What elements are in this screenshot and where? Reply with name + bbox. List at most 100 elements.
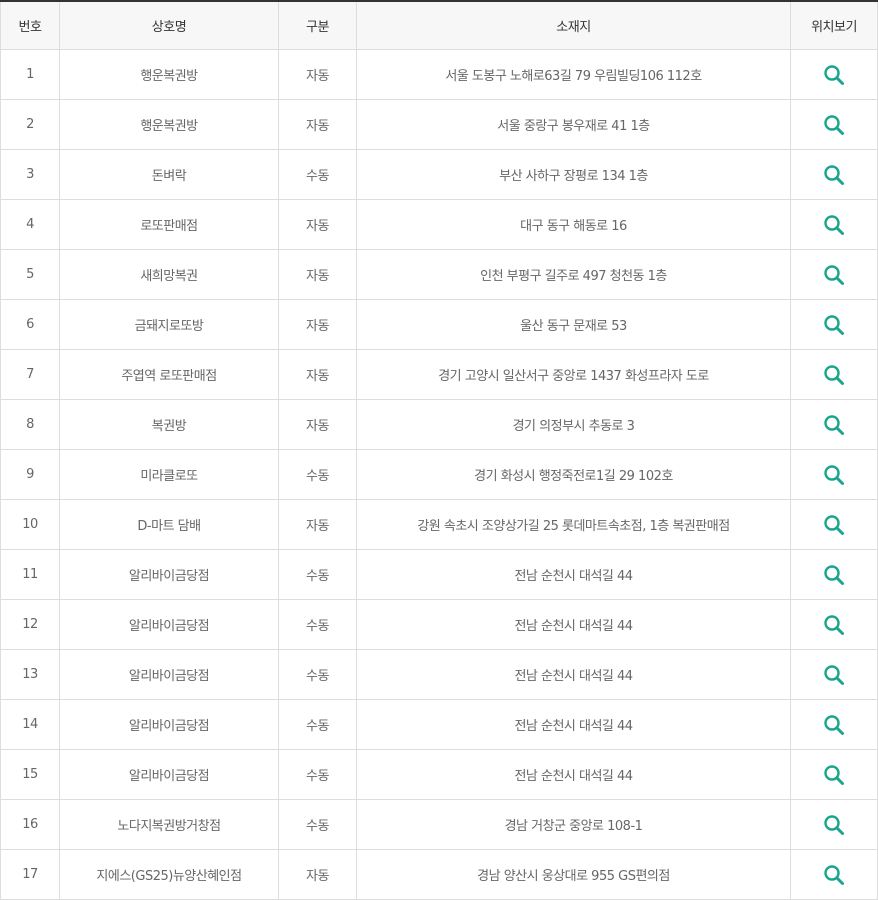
cell-no: 7 xyxy=(0,349,60,400)
table-row: 11 알리바이금당점 수동 전남 순천시 대석길 44 xyxy=(0,549,878,600)
cell-store-name: 행운복권방 xyxy=(59,99,279,150)
view-location-button[interactable] xyxy=(822,413,846,437)
cell-address: 전남 순천시 대석길 44 xyxy=(356,699,791,750)
view-location-button[interactable] xyxy=(822,513,846,537)
table-row: 6 금돼지로또방 자동 울산 동구 문재로 53 xyxy=(0,299,878,350)
cell-address: 경기 의정부시 추동로 3 xyxy=(356,399,791,450)
cell-no: 10 xyxy=(0,499,60,550)
cell-no: 11 xyxy=(0,549,60,600)
cell-map xyxy=(790,249,878,300)
cell-type: 수동 xyxy=(278,549,357,600)
cell-type: 자동 xyxy=(278,349,357,400)
cell-no: 13 xyxy=(0,649,60,700)
view-location-button[interactable] xyxy=(822,663,846,687)
cell-type: 자동 xyxy=(278,849,357,900)
cell-no: 16 xyxy=(0,799,60,850)
table-body: 1 행운복권방 자동 서울 도봉구 노해로63길 79 우림빌딩106 112호 2 행운… xyxy=(0,49,878,900)
cell-store-name: 주엽역 로또판매점 xyxy=(59,349,279,400)
cell-map xyxy=(790,699,878,750)
search-icon xyxy=(824,64,844,85)
header-type: 구분 xyxy=(278,0,357,50)
cell-address: 강원 속초시 조양상가길 25 롯데마트속초점, 1층 복권판매점 xyxy=(356,499,791,550)
cell-no: 17 xyxy=(0,849,60,900)
search-icon xyxy=(824,814,844,835)
store-list-table: 번호 상호명 구분 소재지 위치보기 1 행운복권방 자동 서울 도봉구 노해로63길… xyxy=(0,0,878,900)
cell-no: 2 xyxy=(0,99,60,150)
search-icon xyxy=(824,214,844,235)
cell-address: 경기 화성시 행정죽전로1길 29 102호 xyxy=(356,449,791,500)
search-icon xyxy=(824,764,844,785)
table-row: 12 알리바이금당점 수동 전남 순천시 대석길 44 xyxy=(0,599,878,650)
cell-map xyxy=(790,449,878,500)
cell-map xyxy=(790,49,878,100)
cell-no: 4 xyxy=(0,199,60,250)
cell-store-name: 노다지복권방거창점 xyxy=(59,799,279,850)
cell-store-name: 돈벼락 xyxy=(59,149,279,200)
cell-address: 울산 동구 문재로 53 xyxy=(356,299,791,350)
cell-store-name: 복권방 xyxy=(59,399,279,450)
search-icon xyxy=(824,364,844,385)
search-icon xyxy=(824,464,844,485)
cell-map xyxy=(790,799,878,850)
cell-store-name: 행운복권방 xyxy=(59,49,279,100)
table-row: 17 지에스(GS25)뉴양산혜인점 자동 경남 양산시 웅상대로 955 GS편의점 xyxy=(0,849,878,900)
table-row: 16 노다지복권방거창점 수동 경남 거창군 중앙로 108-1 xyxy=(0,799,878,850)
view-location-button[interactable] xyxy=(822,363,846,387)
cell-address: 전남 순천시 대석길 44 xyxy=(356,649,791,700)
search-icon xyxy=(824,114,844,135)
cell-type: 자동 xyxy=(278,99,357,150)
cell-no: 8 xyxy=(0,399,60,450)
view-location-button[interactable] xyxy=(822,263,846,287)
cell-type: 수동 xyxy=(278,699,357,750)
search-icon xyxy=(824,564,844,585)
view-location-button[interactable] xyxy=(822,213,846,237)
view-location-button[interactable] xyxy=(822,313,846,337)
search-icon xyxy=(824,714,844,735)
view-location-button[interactable] xyxy=(822,713,846,737)
cell-map xyxy=(790,99,878,150)
view-location-button[interactable] xyxy=(822,563,846,587)
search-icon xyxy=(824,664,844,685)
search-icon xyxy=(824,164,844,185)
view-location-button[interactable] xyxy=(822,613,846,637)
table-row: 14 알리바이금당점 수동 전남 순천시 대석길 44 xyxy=(0,699,878,750)
header-no: 번호 xyxy=(0,0,60,50)
cell-map xyxy=(790,749,878,800)
cell-store-name: 알리바이금당점 xyxy=(59,599,279,650)
table-row: 5 새희망복권 자동 인천 부평구 길주로 497 청천동 1층 xyxy=(0,249,878,300)
cell-address: 전남 순천시 대석길 44 xyxy=(356,599,791,650)
cell-address: 대구 동구 해동로 16 xyxy=(356,199,791,250)
cell-store-name: D-마트 담배 xyxy=(59,499,279,550)
view-location-button[interactable] xyxy=(822,763,846,787)
cell-store-name: 알리바이금당점 xyxy=(59,749,279,800)
cell-address: 부산 사하구 장평로 134 1층 xyxy=(356,149,791,200)
view-location-button[interactable] xyxy=(822,113,846,137)
cell-type: 수동 xyxy=(278,599,357,650)
cell-no: 9 xyxy=(0,449,60,500)
cell-address: 전남 순천시 대석길 44 xyxy=(356,749,791,800)
table-row: 13 알리바이금당점 수동 전남 순천시 대석길 44 xyxy=(0,649,878,700)
cell-address: 서울 도봉구 노해로63길 79 우림빌딩106 112호 xyxy=(356,49,791,100)
view-location-button[interactable] xyxy=(822,463,846,487)
cell-type: 수동 xyxy=(278,799,357,850)
cell-map xyxy=(790,549,878,600)
view-location-button[interactable] xyxy=(822,813,846,837)
cell-type: 자동 xyxy=(278,249,357,300)
search-icon xyxy=(824,264,844,285)
cell-store-name: 로또판매점 xyxy=(59,199,279,250)
cell-address: 경남 양산시 웅상대로 955 GS편의점 xyxy=(356,849,791,900)
view-location-button[interactable] xyxy=(822,863,846,887)
search-icon xyxy=(824,314,844,335)
cell-no: 14 xyxy=(0,699,60,750)
cell-type: 수동 xyxy=(278,649,357,700)
table-row: 4 로또판매점 자동 대구 동구 해동로 16 xyxy=(0,199,878,250)
cell-store-name: 알리바이금당점 xyxy=(59,549,279,600)
cell-map xyxy=(790,849,878,900)
cell-type: 수동 xyxy=(278,749,357,800)
cell-map xyxy=(790,199,878,250)
view-location-button[interactable] xyxy=(822,163,846,187)
cell-type: 자동 xyxy=(278,299,357,350)
cell-type: 자동 xyxy=(278,49,357,100)
table-row: 7 주엽역 로또판매점 자동 경기 고양시 일산서구 중앙로 1437 화성프라자 도… xyxy=(0,349,878,400)
view-location-button[interactable] xyxy=(822,63,846,87)
